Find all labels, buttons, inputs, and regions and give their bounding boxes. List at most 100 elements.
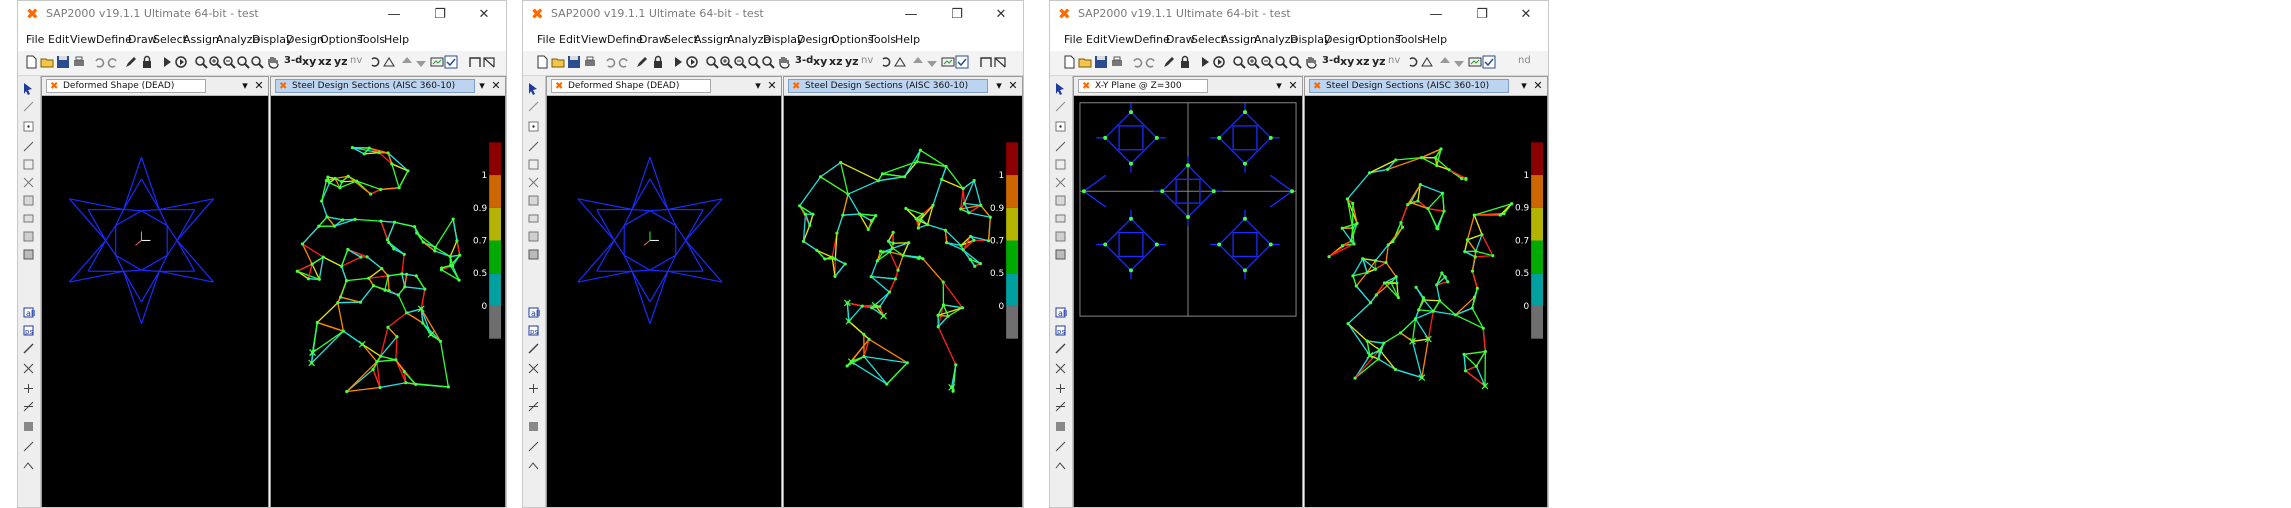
- up-one-level-icon[interactable]: [1438, 55, 1452, 69]
- select-all-icon[interactable]: all: [1054, 306, 1067, 319]
- menu-select[interactable]: Select: [153, 33, 187, 46]
- view-yz-button[interactable]: yz: [845, 55, 859, 68]
- pencil-icon[interactable]: [124, 55, 138, 69]
- menu-select[interactable]: Select: [664, 33, 698, 46]
- undo-icon[interactable]: [603, 55, 617, 69]
- pan-hand-icon[interactable]: [266, 55, 280, 69]
- zoom-out-icon[interactable]: [733, 55, 747, 69]
- maximize-button[interactable]: ❐: [937, 3, 977, 27]
- new-model-icon[interactable]: [1062, 55, 1076, 69]
- reshape-icon[interactable]: [1054, 100, 1067, 113]
- run-now-icon[interactable]: [1212, 55, 1226, 69]
- view-3d-button[interactable]: 3-d: [1322, 55, 1340, 66]
- pane-close-icon[interactable]: ✕: [1006, 78, 1020, 94]
- menu-tools[interactable]: Tools: [1396, 33, 1423, 46]
- up-one-level-icon[interactable]: [911, 55, 925, 69]
- draw-solid-icon[interactable]: [1054, 248, 1067, 261]
- draw-point-icon[interactable]: [22, 120, 35, 133]
- menu-define[interactable]: Define: [1134, 33, 1170, 46]
- view-3d-button[interactable]: 3-d: [795, 55, 813, 66]
- pane-steel-design[interactable]: ✖ Steel Design Sections (AISC 360-10) ▾ …: [783, 76, 1023, 507]
- frame-draw-icon[interactable]: [468, 55, 482, 69]
- view-xy-button[interactable]: xy: [813, 55, 827, 68]
- menu-view[interactable]: View: [1108, 33, 1134, 46]
- pane-dropdown-icon[interactable]: ▾: [475, 78, 489, 94]
- pan-hand-icon[interactable]: [777, 55, 791, 69]
- rotate-icon[interactable]: [1406, 55, 1420, 69]
- snap-fine-grid-icon[interactable]: [1054, 460, 1067, 473]
- quick-draw-frame-icon[interactable]: [1054, 158, 1067, 171]
- draw-area-icon[interactable]: [22, 194, 35, 207]
- check-box-icon[interactable]: [955, 55, 969, 69]
- snap-midpoint-icon[interactable]: [527, 382, 540, 395]
- view-yz-button[interactable]: yz: [334, 55, 348, 68]
- new-model-icon[interactable]: [535, 55, 549, 69]
- reshape-icon[interactable]: [527, 100, 540, 113]
- get-previous-selection-icon[interactable]: ps: [527, 324, 540, 337]
- run-analysis-icon[interactable]: [160, 55, 174, 69]
- tab-steel-design-sections[interactable]: ✖ Steel Design Sections (AISC 360-10): [788, 79, 988, 93]
- quick-draw-frame-icon[interactable]: [527, 158, 540, 171]
- draw-brace-icon[interactable]: [22, 176, 35, 189]
- clear-selection-icon[interactable]: [22, 342, 35, 355]
- snap-intersection-icon[interactable]: [1054, 400, 1067, 413]
- snap-lines-icon[interactable]: [527, 440, 540, 453]
- draw-point-icon[interactable]: [527, 120, 540, 133]
- model-canvas[interactable]: [42, 96, 268, 507]
- save-icon[interactable]: [56, 55, 70, 69]
- perspective-icon[interactable]: [1420, 55, 1434, 69]
- view-nv-button[interactable]: nv: [861, 55, 873, 66]
- zoom-previous-icon[interactable]: [761, 55, 775, 69]
- frame-draw-icon[interactable]: [979, 55, 993, 69]
- draw-rect-area-icon[interactable]: [1054, 212, 1067, 225]
- menu-assign[interactable]: Assign: [694, 33, 730, 46]
- save-icon[interactable]: [567, 55, 581, 69]
- draw-rect-area-icon[interactable]: [22, 212, 35, 225]
- menu-design[interactable]: Design: [286, 33, 324, 46]
- close-button[interactable]: ✕: [981, 3, 1021, 27]
- zoom-in-icon[interactable]: [719, 55, 733, 69]
- quick-draw-area-icon[interactable]: [22, 230, 35, 243]
- model-canvas[interactable]: [1074, 96, 1302, 507]
- pointer-icon[interactable]: [22, 82, 35, 95]
- open-icon[interactable]: [551, 55, 565, 69]
- draw-area-icon[interactable]: [527, 194, 540, 207]
- menu-edit[interactable]: Edit: [48, 33, 69, 46]
- pane-close-icon[interactable]: ✕: [765, 78, 779, 94]
- save-icon[interactable]: [1094, 55, 1108, 69]
- down-one-level-icon[interactable]: [925, 55, 939, 69]
- draw-point-icon[interactable]: [1054, 120, 1067, 133]
- undo-icon[interactable]: [92, 55, 106, 69]
- snap-lines-icon[interactable]: [22, 440, 35, 453]
- view-nd-button[interactable]: nd: [1518, 55, 1531, 66]
- run-now-icon[interactable]: [685, 55, 699, 69]
- pane-close-icon[interactable]: ✕: [1286, 78, 1300, 94]
- undo-icon[interactable]: [1130, 55, 1144, 69]
- zoom-region-icon[interactable]: [705, 55, 719, 69]
- draw-solid-icon[interactable]: [22, 248, 35, 261]
- pane-deformed-shape[interactable]: ✖ Deformed Shape (DEAD) ▾ ✕: [546, 76, 782, 507]
- tab-deformed-shape[interactable]: ✖ Deformed Shape (DEAD): [551, 79, 711, 93]
- run-analysis-icon[interactable]: [671, 55, 685, 69]
- tab-steel-design-sections[interactable]: ✖ Steel Design Sections (AISC 360-10): [1309, 79, 1509, 93]
- snap-joints-icon[interactable]: [22, 362, 35, 375]
- menu-define[interactable]: Define: [607, 33, 643, 46]
- zoom-in-icon[interactable]: [1246, 55, 1260, 69]
- pane-dropdown-icon[interactable]: ▾: [1272, 78, 1286, 94]
- zoom-region-icon[interactable]: [1232, 55, 1246, 69]
- menu-tools[interactable]: Tools: [358, 33, 385, 46]
- menu-design[interactable]: Design: [797, 33, 835, 46]
- print-icon[interactable]: [583, 55, 597, 69]
- pane-steel-design[interactable]: ✖ Steel Design Sections (AISC 360-10) ▾ …: [270, 76, 506, 507]
- pane-deformed-shape[interactable]: ✖ Deformed Shape (DEAD) ▾ ✕: [41, 76, 269, 507]
- snap-intersection-icon[interactable]: [527, 400, 540, 413]
- menu-file[interactable]: File: [26, 33, 44, 46]
- view-yz-button[interactable]: yz: [1372, 55, 1386, 68]
- draw-solid-icon[interactable]: [527, 248, 540, 261]
- reshape-icon[interactable]: [22, 100, 35, 113]
- rotate-icon[interactable]: [879, 55, 893, 69]
- menu-assign[interactable]: Assign: [183, 33, 219, 46]
- snap-joints-icon[interactable]: [1054, 362, 1067, 375]
- open-icon[interactable]: [1078, 55, 1092, 69]
- pane-steel-design[interactable]: ✖ Steel Design Sections (AISC 360-10) ▾ …: [1304, 76, 1548, 507]
